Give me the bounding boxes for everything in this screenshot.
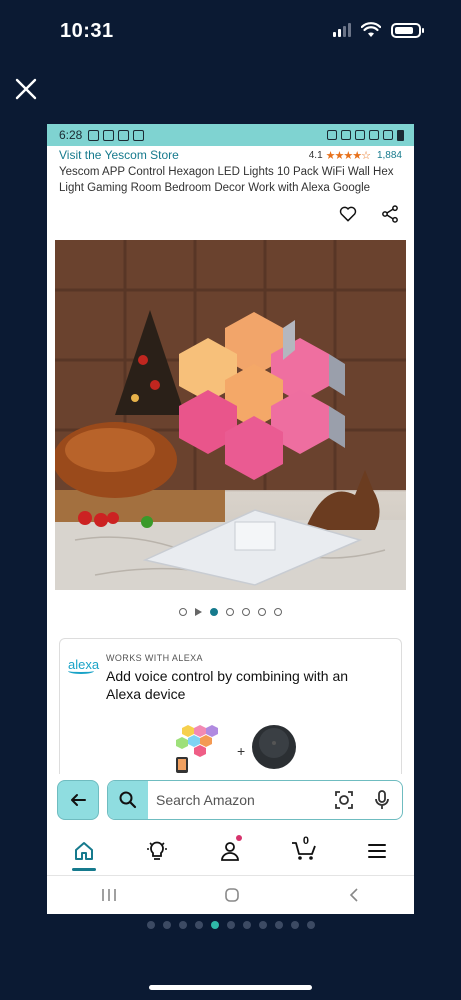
inner-status-bar: 6:28	[47, 124, 414, 146]
image-icon	[118, 129, 130, 141]
home-icon	[74, 841, 93, 860]
video-play-icon[interactable]	[195, 608, 202, 616]
page-dot[interactable]	[226, 921, 235, 929]
outer-status-icons	[333, 22, 424, 38]
alexa-description: Add voice control by combining with an A…	[106, 668, 349, 702]
android-nav-bar	[47, 876, 414, 914]
nfc-icon	[327, 130, 337, 140]
back-chevron-icon[interactable]	[347, 887, 361, 903]
wifi-icon	[361, 22, 381, 37]
lightbulb-icon	[147, 841, 168, 860]
page-indicator-dots	[0, 921, 461, 929]
nav-home[interactable]	[64, 831, 104, 871]
bluetooth-icon	[355, 130, 365, 140]
signal-small-icon	[383, 130, 393, 140]
share-icon[interactable]	[380, 204, 400, 224]
store-link[interactable]: Visit the Yescom Store	[59, 148, 179, 162]
user-icon	[221, 841, 240, 861]
cellular-signal-icon	[333, 23, 351, 37]
alexa-logo: alexa	[68, 657, 99, 674]
search-box	[107, 780, 403, 820]
search-bar	[47, 774, 414, 826]
search-icon	[119, 791, 137, 809]
home-indicator[interactable]	[149, 985, 312, 990]
cart-count: 0	[302, 834, 309, 847]
outer-status-bar: 10:31	[0, 0, 461, 64]
works-with-alexa-card[interactable]: alexa WORKS WITH ALEXA Add voice control…	[59, 638, 402, 788]
carousel-dot[interactable]	[274, 608, 282, 616]
alexa-logo-text: alexa	[68, 657, 100, 672]
product-title: Yescom APP Control Hexagon LED Lights 10…	[59, 166, 394, 194]
battery-small-icon	[397, 129, 404, 141]
nav-cart[interactable]: 0	[284, 831, 324, 871]
carousel-dot[interactable]	[179, 608, 187, 616]
page-dot[interactable]	[178, 921, 187, 929]
home-button-icon[interactable]	[223, 886, 241, 904]
battery-icon	[391, 22, 424, 38]
works-with-alexa-label: WORKS WITH ALEXA	[106, 653, 203, 663]
echo-dot-image	[252, 725, 296, 769]
bottom-nav: 0	[47, 826, 414, 876]
plus-sign: +	[237, 743, 246, 759]
amazon-screenshot: 6:28 Visit the Yescom Store 4.1 ★★★★☆ 1,…	[47, 124, 414, 914]
parking-icon	[133, 129, 145, 141]
rating-value: 4.1	[308, 149, 323, 161]
search-button[interactable]	[108, 781, 148, 819]
recent-apps-icon[interactable]	[100, 887, 118, 903]
hex-lights-thumbnail	[176, 725, 218, 773]
microphone-icon[interactable]	[374, 790, 390, 810]
back-button[interactable]	[57, 780, 99, 820]
heart-icon[interactable]	[338, 204, 358, 224]
rating-stars-icon: ★★★★☆	[325, 149, 371, 162]
carousel-dot[interactable]	[242, 608, 250, 616]
page-dot-active[interactable]	[210, 921, 219, 929]
inner-status-right	[327, 129, 404, 141]
page-dot[interactable]	[162, 921, 171, 929]
product-image[interactable]	[55, 240, 406, 590]
page-dot[interactable]	[274, 921, 283, 929]
outer-time: 10:31	[60, 20, 114, 42]
wifi-small-icon	[369, 130, 379, 140]
store-row: Visit the Yescom Store 4.1 ★★★★☆ 1,884	[47, 146, 414, 162]
page-dot[interactable]	[258, 921, 267, 929]
page-dot[interactable]	[290, 921, 299, 929]
nav-inspire[interactable]	[137, 831, 177, 871]
rating[interactable]: 4.1 ★★★★☆ 1,884	[309, 149, 402, 162]
home-active-indicator	[71, 867, 96, 871]
nav-account[interactable]	[210, 831, 250, 871]
lock-icon	[103, 129, 115, 141]
hexagon-lights-image	[55, 240, 406, 590]
page-dot[interactable]	[146, 921, 155, 929]
product-actions	[47, 198, 414, 234]
arrow-left-icon	[71, 794, 86, 806]
carousel-dot[interactable]	[226, 608, 234, 616]
image-carousel-dots[interactable]	[47, 608, 414, 616]
page-dot[interactable]	[306, 921, 315, 929]
inner-time: 6:28	[59, 128, 83, 142]
alarm-icon	[341, 130, 351, 140]
carousel-dot-active[interactable]	[210, 608, 218, 616]
page-dot[interactable]	[242, 921, 251, 929]
page-dot[interactable]	[194, 921, 203, 929]
carousel-dot[interactable]	[258, 608, 266, 616]
nav-menu[interactable]	[357, 831, 397, 871]
search-input[interactable]	[156, 781, 326, 819]
camera-scan-icon[interactable]	[334, 790, 354, 810]
close-icon[interactable]	[14, 77, 38, 101]
notification-icon	[88, 129, 100, 141]
menu-icon	[368, 843, 387, 858]
notification-dot	[236, 834, 243, 841]
rating-count[interactable]: 1,884	[377, 150, 402, 161]
